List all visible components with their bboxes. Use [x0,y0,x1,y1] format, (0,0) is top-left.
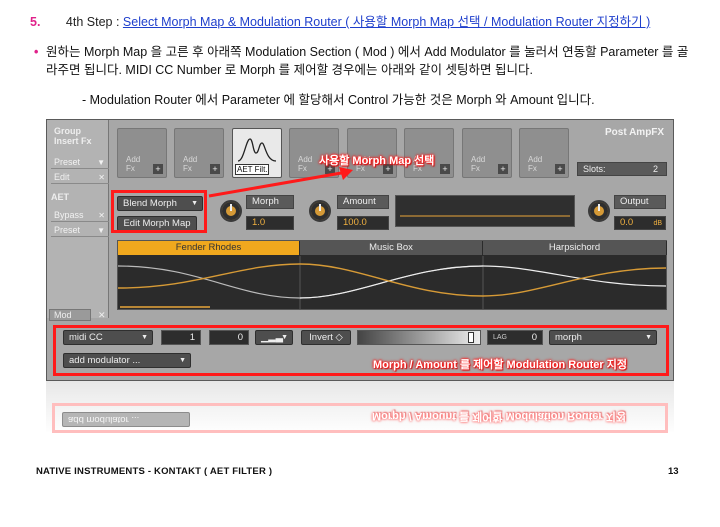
filter-curve-icon [237,138,277,162]
slots-stepper[interactable]: Slots: 2 [577,162,667,176]
bypass-row[interactable]: Bypass ✕ [51,209,109,222]
add-icon[interactable]: + [153,164,163,174]
step-link[interactable]: Select Morph Map & Modulation Router ( 사… [123,15,650,29]
add-icon[interactable]: + [440,164,450,174]
close-icon: ✕ [98,173,105,182]
add-icon[interactable]: + [555,164,565,174]
morph-line [400,215,570,217]
post-amp-fx-label: Post AmpFX [605,127,665,138]
fx-slot-8[interactable]: Add Fx + [519,128,569,178]
morph-value[interactable]: 1.0 [246,216,294,230]
morph-display [395,195,575,227]
group-insert-title: Group Insert Fx [54,126,92,146]
slots-value: 2 [652,164,658,174]
morph-map-callout: 사용할 Morph Map 선택 [319,155,435,167]
bullet-dot-icon: • [34,45,39,59]
morph-tab-music-box[interactable]: Music Box [300,241,483,255]
morph-curves [118,256,666,310]
panel-reflection: add modulator ... Morph / Amount 를 제어할 M… [46,381,674,433]
router-note: - Modulation Router 에서 Parameter 에 할당해서 … [82,93,595,107]
fx-slot-7[interactable]: Add Fx + [462,128,512,178]
chevron-down-icon: ▼ [97,158,105,167]
callout-arrow-icon [208,167,353,198]
router-callout: Morph / Amount 를 제어할 Modulation Router 지… [373,359,628,371]
preset-row[interactable]: Preset ▼ [51,156,109,169]
step-label: 4th Step : [65,15,120,29]
group-insert-sidebar: Group Insert Fx Preset ▼ Edit ✕ AET Bypa… [47,120,109,318]
footer-title: NATIVE INSTRUMENTS - KONTAKT ( AET FILTE… [36,466,273,477]
aet-filter-panel: Group Insert Fx Preset ▼ Edit ✕ AET Bypa… [46,119,674,381]
close-icon: ✕ [98,310,106,320]
fx-slot-1[interactable]: Add Fx + [117,128,167,178]
add-icon[interactable]: + [498,164,508,174]
step-heading: 5. 4th Step : Select Morph Map & Modulat… [30,11,650,30]
bullet-text: 원하는 Morph Map 을 고른 후 아래쪽 Modulation Sect… [46,45,689,77]
morph-tab-harpsichord[interactable]: Harpsichord [483,241,667,255]
aet-preset-row[interactable]: Preset ▼ [51,224,109,237]
edit-row[interactable]: Edit ✕ [51,171,109,184]
page-number: 13 [668,466,679,477]
morph-tab-fender-rhodes[interactable]: Fender Rhodes [118,241,300,255]
morph-map-highlight [111,190,207,233]
output-label: Output [614,195,666,209]
step-number: 5. [30,15,41,29]
instruction-bullet: • 원하는 Morph Map 을 고른 후 아래쪽 Modulation Se… [34,43,696,79]
chevron-down-icon: ▼ [97,226,105,235]
aet-section-label: AET [51,192,69,202]
output-value[interactable]: 0.0 dB [614,216,666,230]
db-unit: dB [653,220,662,227]
amount-value[interactable]: 100.0 [337,216,389,230]
morph-map-display[interactable]: Fender Rhodes Music Box Harpsichord [117,240,667,310]
output-knob[interactable] [588,200,610,222]
close-icon: ✕ [98,211,105,220]
mod-tab[interactable]: Mod ✕ [49,309,106,321]
